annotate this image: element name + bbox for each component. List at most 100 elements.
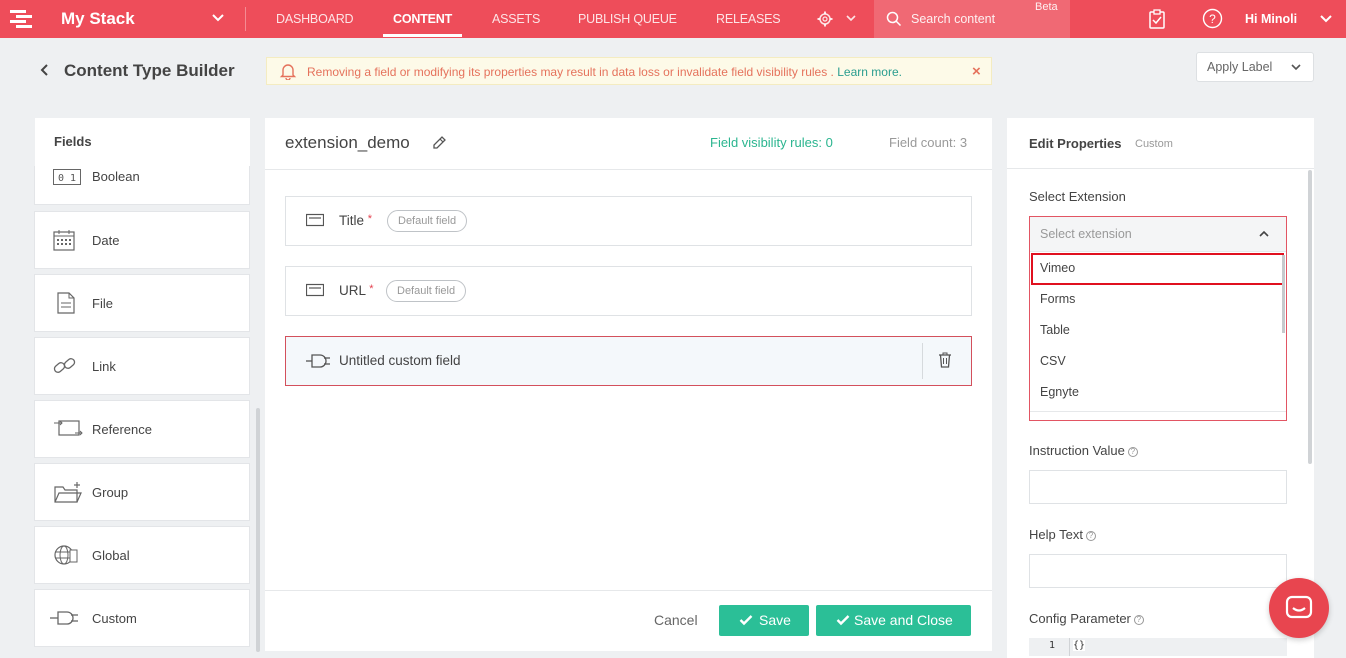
edit-properties-panel: Edit Properties Custom Select Extension … <box>1007 118 1314 658</box>
field-visibility-rules-link[interactable]: Field visibility rules: 0 <box>710 135 833 150</box>
bell-icon <box>279 64 297 80</box>
cancel-button[interactable]: Cancel <box>654 612 698 628</box>
nav-dashboard[interactable]: DASHBOARD <box>276 12 354 26</box>
config-parameter-editor[interactable]: 1 {} <box>1029 638 1287 656</box>
fields-title: Fields <box>54 134 92 149</box>
clipboard-icon[interactable] <box>1149 9 1165 29</box>
field-type-file[interactable]: File <box>34 274 250 332</box>
chevron-down-icon[interactable] <box>845 14 857 23</box>
config-parameter-label: Config Parameter? <box>1029 611 1144 626</box>
nav-releases[interactable]: RELEASES <box>716 12 781 26</box>
link-icon <box>53 358 76 373</box>
back-arrow-icon[interactable] <box>38 62 52 78</box>
field-type-global[interactable]: Global <box>34 526 250 584</box>
option-forms[interactable]: Forms <box>1040 292 1075 306</box>
help-icon[interactable]: ? <box>1127 446 1138 457</box>
boolean-icon: 0 1 <box>53 169 81 185</box>
svg-text:?: ? <box>1209 12 1216 26</box>
field-row-custom[interactable]: Untitled custom field <box>285 336 972 386</box>
save-button[interactable]: Save <box>719 605 809 636</box>
field-row-url[interactable]: URL * Default field <box>285 266 972 316</box>
nav-divider <box>245 7 246 31</box>
chevron-down-icon[interactable] <box>211 13 225 23</box>
nav-content[interactable]: CONTENT <box>393 12 452 26</box>
help-icon[interactable]: ? <box>1133 614 1144 625</box>
learn-more-link[interactable]: Learn more. <box>837 65 902 79</box>
folder-plus-icon <box>54 482 82 503</box>
chevron-down-icon[interactable] <box>1319 14 1333 24</box>
field-type-custom[interactable]: Custom <box>34 589 250 647</box>
chevron-down-icon <box>1291 64 1301 71</box>
stack-name[interactable]: My Stack <box>61 9 135 29</box>
field-label: File <box>92 296 113 311</box>
top-navigation-bar: My Stack DASHBOARD CONTENT ASSETS PUBLIS… <box>0 0 1346 38</box>
help-icon[interactable]: ? <box>1202 8 1223 29</box>
field-label: Global <box>92 548 130 563</box>
pencil-icon[interactable] <box>431 135 447 151</box>
field-type-group[interactable]: Group <box>34 463 250 521</box>
field-label: Boolean <box>92 169 140 184</box>
field-row-label: Untitled custom field <box>339 353 461 368</box>
field-row-label: URL <box>339 283 366 298</box>
globe-icon <box>54 545 78 565</box>
content-type-name: extension_demo <box>285 133 410 152</box>
file-icon <box>57 292 75 314</box>
properties-subtitle: Custom <box>1135 138 1173 150</box>
editor-gutter <box>1069 638 1070 656</box>
field-type-link[interactable]: Link <box>34 337 250 395</box>
field-label: Date <box>92 233 120 248</box>
gear-icon[interactable] <box>817 11 833 27</box>
field-type-reference[interactable]: Reference <box>34 400 250 458</box>
field-row-label: Title <box>339 213 365 228</box>
line-number: 1 <box>1049 640 1056 651</box>
select-extension-label: Select Extension <box>1029 189 1126 204</box>
field-type-date[interactable]: Date <box>34 211 250 269</box>
plug-icon <box>50 611 78 625</box>
config-code[interactable]: {} <box>1073 640 1086 651</box>
contentstack-logo-icon[interactable] <box>8 8 36 30</box>
properties-title: Edit Properties <box>1029 136 1122 151</box>
active-tab-indicator <box>383 34 462 37</box>
fields-scrollbar[interactable] <box>256 408 260 652</box>
field-type-boolean[interactable]: 0 1 Boolean <box>34 166 250 205</box>
save-and-close-label: Save and Close <box>854 612 953 628</box>
search-icon <box>886 11 902 27</box>
field-row-title[interactable]: Title * Default field <box>285 196 972 246</box>
save-and-close-button[interactable]: Save and Close <box>816 605 971 636</box>
field-label: Group <box>92 485 129 500</box>
required-marker: * <box>367 213 373 225</box>
single-line-text-icon <box>306 283 324 297</box>
option-csv[interactable]: CSV <box>1040 354 1066 368</box>
option-egnyte[interactable]: Egnyte <box>1040 385 1079 399</box>
options-scrollbar[interactable] <box>1282 255 1285 333</box>
help-text-label: Help Text? <box>1029 527 1096 542</box>
help-text-input[interactable] <box>1029 554 1287 588</box>
extension-select[interactable]: Select extension Vimeo Forms Table CSV E… <box>1029 216 1287 421</box>
chat-support-button[interactable] <box>1269 578 1329 638</box>
svg-text:0 1: 0 1 <box>58 173 76 184</box>
nav-publish-queue[interactable]: PUBLISH QUEUE <box>578 12 677 26</box>
warning-banner: Removing a field or modifying its proper… <box>266 57 992 85</box>
save-label: Save <box>759 612 791 628</box>
check-icon <box>836 615 850 626</box>
single-line-text-icon <box>306 213 324 227</box>
extension-select-trigger[interactable]: Select extension <box>1030 217 1286 252</box>
help-icon[interactable]: ? <box>1085 530 1096 541</box>
content-type-editor: extension_demo Field visibility rules: 0… <box>265 118 992 651</box>
field-count: Field count: 3 <box>889 135 968 150</box>
fields-panel-header: Fields <box>35 118 250 166</box>
field-label: Link <box>92 359 116 374</box>
trash-icon[interactable] <box>938 352 952 368</box>
default-field-badge: Default field <box>386 280 467 302</box>
nav-assets[interactable]: ASSETS <box>492 12 540 26</box>
calendar-icon <box>53 230 75 251</box>
properties-scrollbar[interactable] <box>1308 170 1312 464</box>
user-menu[interactable]: Hi Minoli <box>1245 12 1297 26</box>
option-vimeo[interactable]: Vimeo <box>1040 261 1075 275</box>
apply-label-dropdown[interactable]: Apply Label <box>1196 52 1314 82</box>
close-icon[interactable]: × <box>972 63 981 80</box>
instruction-value-input[interactable] <box>1029 470 1287 504</box>
option-table[interactable]: Table <box>1040 323 1070 337</box>
reference-icon <box>54 420 83 436</box>
page-title: Content Type Builder <box>64 61 235 80</box>
